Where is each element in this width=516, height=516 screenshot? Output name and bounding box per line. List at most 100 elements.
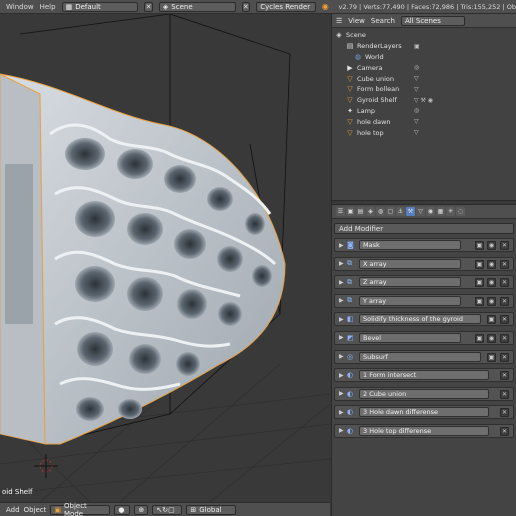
viewport-toggle-icon[interactable]: ◉ <box>487 259 496 269</box>
close-icon[interactable]: ✕ <box>500 278 509 288</box>
expand-arrow-icon[interactable]: ▶ <box>339 427 347 434</box>
mesh-data-icon[interactable]: ▽ <box>414 129 419 136</box>
modifier-name-field[interactable]: 3 Hole top differense <box>359 425 489 436</box>
mesh-data-icon[interactable]: ▽ <box>414 86 419 93</box>
outliner-item-world[interactable]: ◍ World <box>332 52 516 63</box>
outliner-filter-select[interactable]: All Scenes <box>400 15 465 26</box>
modifier-panel[interactable]: ▶ ◧ Solidify thickness of the gyroid ▣ ✕ <box>334 312 514 327</box>
physics-tab-icon[interactable]: ◌ <box>456 207 465 216</box>
close-icon[interactable]: ✕ <box>500 241 509 250</box>
data-tab-icon[interactable]: ▽ <box>416 207 425 216</box>
close-icon[interactable]: ✕ <box>500 389 509 399</box>
modifier-name-field[interactable]: Z array <box>359 277 461 288</box>
outliner-item-hole-dawn[interactable]: ▽ hole dawn ▽ <box>332 116 516 127</box>
close-icon[interactable]: ✕ <box>500 296 509 306</box>
outliner-item-scene[interactable]: ◈ Scene <box>332 30 516 41</box>
close-icon[interactable]: ✕ <box>500 259 509 269</box>
add-modifier-button[interactable]: Add Modifier <box>334 223 514 234</box>
help-menu[interactable]: Help <box>40 3 56 11</box>
outliner-item-renderlayers[interactable]: ▤ RenderLayers ▣ <box>332 41 516 52</box>
modifier-panel[interactable]: ▶ ◎ Subsurf ▣ ✕ <box>334 349 514 364</box>
modifier-name-field[interactable]: 3 Hole dawn differense <box>359 407 489 418</box>
modifier-panel[interactable]: ▶ ◙ Mask ▣ ◉ ✕ <box>334 238 514 252</box>
material-tab-icon[interactable]: ◉ <box>426 207 435 216</box>
render-toggle-icon[interactable]: ▣ <box>475 241 484 250</box>
close-icon[interactable]: ✕ <box>500 408 509 418</box>
close-icon[interactable]: ✕ <box>500 426 509 436</box>
window-menu[interactable]: Window <box>6 3 34 11</box>
object-tab-icon[interactable]: ▢ <box>386 207 395 216</box>
properties-editor-icon[interactable]: ☰ <box>336 207 345 216</box>
outliner-item-hole-top[interactable]: ▽ hole top ▽ <box>332 127 516 138</box>
close-layout-button[interactable]: ✕ <box>144 1 153 12</box>
render-layers-tab-icon[interactable]: ▤ <box>356 207 365 216</box>
viewport-toggle-icon[interactable]: ◉ <box>487 241 496 250</box>
render-toggle-icon[interactable]: ▣ <box>487 315 496 325</box>
particles-tab-icon[interactable]: ✳ <box>446 207 455 216</box>
modifier-name-field[interactable]: Y array <box>359 295 461 306</box>
expand-arrow-icon[interactable]: ▶ <box>339 409 347 416</box>
manipulator-toggle[interactable]: ↖↻▢ <box>152 504 183 515</box>
outliner-item-lamp[interactable]: ✦ Lamp ◎ <box>332 106 516 117</box>
texture-tab-icon[interactable]: ▦ <box>436 207 445 216</box>
constraints-tab-icon[interactable]: ⚓ <box>396 207 405 216</box>
modifier-panel[interactable]: ▶ ◩ Bevel ▣ ◉ ✕ <box>334 330 514 345</box>
outliner-item-camera[interactable]: ▶ Camera ◎ <box>332 62 516 73</box>
add-menu[interactable]: Add <box>6 506 20 514</box>
expand-arrow-icon[interactable]: ▶ <box>339 316 347 323</box>
search-menu[interactable]: Search <box>371 17 395 25</box>
modifier-panel[interactable]: ▶ ◐ 3 Hole dawn differense ✕ <box>334 405 514 420</box>
modifier-panel[interactable]: ▶ ◐ 3 Hole top differense ✕ <box>334 423 514 438</box>
close-icon[interactable]: ✕ <box>500 352 509 362</box>
mesh-data-icon[interactable]: ▽ <box>414 118 419 125</box>
viewport-toggle-icon[interactable]: ◉ <box>487 333 496 343</box>
view-menu[interactable]: View <box>348 17 365 25</box>
viewport-scene[interactable] <box>0 14 330 502</box>
render-toggle-icon[interactable]: ▣ <box>475 278 484 288</box>
modifiers-tab-icon[interactable]: ⚒ <box>406 207 415 216</box>
modifier-panel[interactable]: ▶ ⧉ X array ▣ ◉ ✕ <box>334 256 514 271</box>
render-toggle-icon[interactable]: ▣ <box>475 296 484 306</box>
render-toggle-icon[interactable]: ▣ <box>475 259 484 269</box>
mesh-data-icon[interactable]: ▽ <box>414 75 419 82</box>
expand-arrow-icon[interactable]: ▶ <box>339 372 347 379</box>
close-icon[interactable]: ✕ <box>500 315 509 325</box>
modifier-name-field[interactable]: Solidify thickness of the gyroid <box>359 314 481 325</box>
expand-arrow-icon[interactable]: ▶ <box>339 260 347 267</box>
scene-select[interactable]: ◈ Scene <box>158 1 236 12</box>
object-menu[interactable]: Object <box>24 506 47 514</box>
camera-data-icon[interactable]: ◎ <box>414 64 419 71</box>
expand-arrow-icon[interactable]: ▶ <box>339 279 347 286</box>
expand-arrow-icon[interactable]: ▶ <box>339 390 347 397</box>
close-icon[interactable]: ✕ <box>500 371 509 381</box>
mode-select[interactable]: ▣ Object Mode <box>50 502 111 516</box>
render-tab-icon[interactable]: ▣ <box>346 207 355 216</box>
modifier-wrench-icon[interactable]: ▽ ⚒ ◉ <box>414 97 433 104</box>
expand-arrow-icon[interactable]: ▶ <box>339 242 347 249</box>
viewport-toggle-icon[interactable]: ◉ <box>487 296 496 306</box>
modifier-name-field[interactable]: 1 Form intersect <box>359 370 489 381</box>
outliner-item-form-bollean[interactable]: ▽ Form bollean ▽ <box>332 84 516 95</box>
render-icon[interactable]: ▣ <box>414 43 420 50</box>
outliner-editor-icon[interactable]: ☰ <box>336 17 342 25</box>
world-tab-icon[interactable]: ◍ <box>376 207 385 216</box>
expand-arrow-icon[interactable]: ▶ <box>339 353 347 360</box>
modifier-name-field[interactable]: Bevel <box>359 332 461 343</box>
3d-viewport[interactable]: oid Shelf <box>0 14 330 502</box>
outliner-item-gyroid-shelf[interactable]: ▽ Gyroid Shelf ▽ ⚒ ◉ <box>332 95 516 106</box>
modifier-panel[interactable]: ▶ ◐ 1 Form intersect ✕ <box>334 368 514 383</box>
modifier-name-field[interactable]: X array <box>359 258 461 269</box>
modifier-panel[interactable]: ▶ ⧉ Y array ▣ ◉ ✕ <box>334 293 514 308</box>
modifier-name-field[interactable]: Mask <box>359 240 461 250</box>
render-engine-select[interactable]: Cycles Render <box>256 1 316 12</box>
orientation-select[interactable]: ⊞ Global <box>186 504 237 515</box>
expand-arrow-icon[interactable]: ▶ <box>339 334 347 341</box>
close-icon[interactable]: ✕ <box>500 333 509 343</box>
modifier-name-field[interactable]: 2 Cube union <box>359 388 489 399</box>
screen-layout-select[interactable]: ▦ Default <box>61 1 139 12</box>
pivot-select[interactable]: ⊕ <box>134 504 149 515</box>
lamp-data-icon[interactable]: ◎ <box>414 107 419 114</box>
expand-arrow-icon[interactable]: ▶ <box>339 297 347 304</box>
shading-select[interactable]: ● <box>114 504 131 515</box>
render-toggle-icon[interactable]: ▣ <box>487 352 496 362</box>
